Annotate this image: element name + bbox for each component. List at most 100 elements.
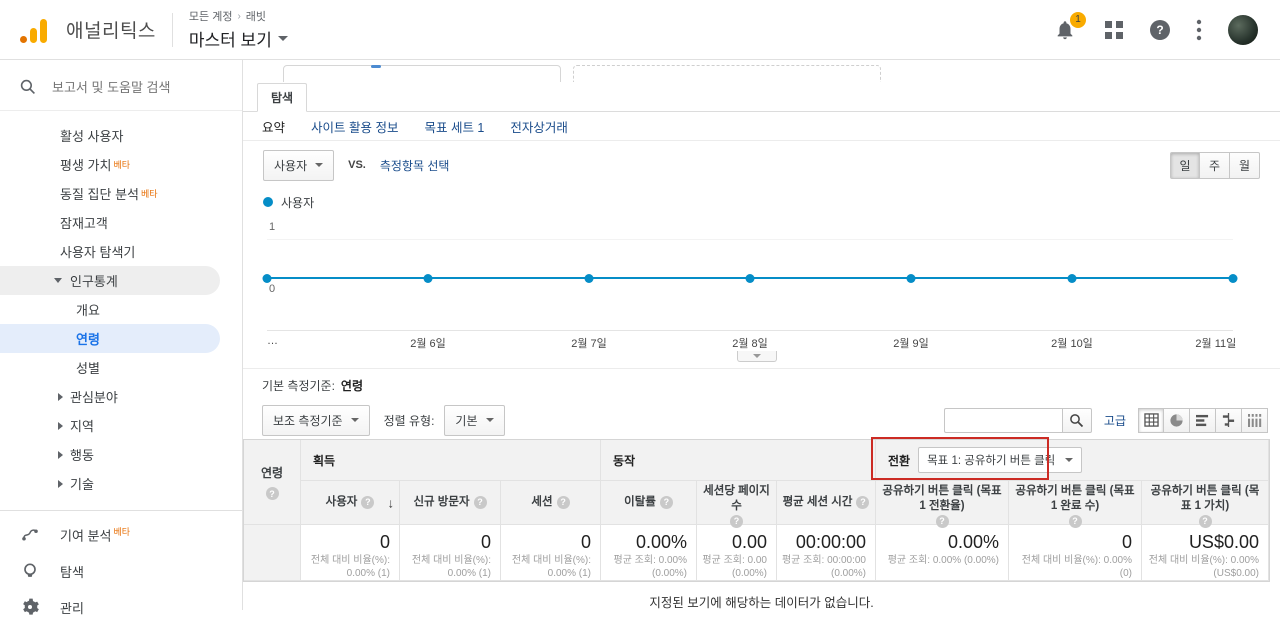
sidebar-item-age[interactable]: 연령: [0, 324, 220, 353]
kebab-menu-icon[interactable]: [1196, 19, 1202, 41]
sidebar-item-cohort-analysis[interactable]: 동질 집단 분석 베타: [0, 179, 242, 208]
sidebar-item-behavior[interactable]: 행동: [0, 440, 242, 469]
sidebar-item-user-explorer[interactable]: 사용자 탐색기: [0, 237, 242, 266]
sidebar-item-geo[interactable]: 지역: [0, 411, 242, 440]
granularity-month-button[interactable]: 월: [1230, 151, 1260, 179]
sidebar-item-admin[interactable]: 관리: [0, 589, 242, 625]
annotations-expander[interactable]: [737, 351, 777, 362]
sort-descending-icon: ↓: [387, 495, 395, 510]
table-search-input[interactable]: [943, 407, 1062, 433]
notifications-button[interactable]: 1: [1054, 11, 1086, 42]
data-point[interactable]: [423, 273, 433, 283]
advanced-filter-link[interactable]: 고급: [1104, 412, 1126, 429]
segment-all-users[interactable]: [283, 65, 561, 82]
primary-dimension-value[interactable]: 연령: [341, 377, 363, 394]
column-header-sessions[interactable]: 세션?: [501, 481, 601, 525]
pie-chart-icon: [1170, 413, 1183, 427]
subnav-site-usage[interactable]: 사이트 활용 정보: [311, 117, 398, 136]
totals-sessions: 0 전체 대비 비율(%): 0.00% (1): [501, 525, 601, 581]
sidebar-item-label: 잠재고객: [60, 216, 108, 231]
column-header-pages-per-session[interactable]: 세션당 페이지수?: [697, 481, 777, 528]
metric-dropdown-label: 사용자: [274, 158, 308, 173]
sidebar-item-discover[interactable]: 탐색: [0, 553, 242, 589]
subnav-goal-set-1[interactable]: 목표 세트 1: [424, 117, 484, 136]
data-point[interactable]: [745, 273, 755, 283]
sort-type-dropdown[interactable]: 기본: [444, 404, 505, 436]
view-performance-button[interactable]: [1190, 407, 1216, 433]
subnav-summary[interactable]: 요약: [262, 117, 285, 136]
x-axis-labels: … 2월 6일 2월 7일 2월 8일 2월 9일 2월 10일 2월 11일: [267, 333, 1236, 351]
group-header-acquisition: 획득: [301, 440, 601, 481]
data-point[interactable]: [906, 273, 916, 283]
help-icon[interactable]: ?: [1068, 515, 1082, 528]
sidebar-item-attribution[interactable]: 기여 분석 베타: [0, 517, 242, 553]
secondary-dimension-label: 보조 측정기준: [273, 413, 343, 428]
column-header-goal-value[interactable]: 공유하기 버튼 클릭 (목표 1 가치)?: [1142, 481, 1269, 528]
subnav-ecommerce[interactable]: 전자상거래: [510, 117, 568, 136]
sidebar-item-overview[interactable]: 개요: [0, 295, 242, 324]
help-icon[interactable]: ?: [730, 515, 743, 528]
column-header-age[interactable]: 연령 ?: [244, 440, 301, 525]
sidebar-item-audiences[interactable]: 잠재고객: [0, 208, 242, 237]
help-icon[interactable]: ?: [473, 496, 487, 509]
column-header-users[interactable]: 사용자? ↓: [301, 481, 400, 525]
group-header-behavior: 동작: [601, 440, 876, 481]
help-icon[interactable]: ?: [556, 496, 570, 509]
view-comparison-button[interactable]: [1216, 407, 1242, 433]
help-icon[interactable]: ?: [659, 496, 673, 509]
comparison-icon: [1222, 413, 1235, 427]
sidebar-item-active-users[interactable]: 활성 사용자: [0, 121, 242, 150]
view-pivot-button[interactable]: [1242, 407, 1268, 433]
data-point[interactable]: [262, 273, 272, 283]
view-selector[interactable]: 마스터 보기: [189, 26, 288, 51]
column-header-avg-session-duration[interactable]: 평균 세션 시간?: [777, 481, 876, 525]
goal-selector-dropdown[interactable]: 목표 1: 공유하기 버튼 클릭: [918, 447, 1083, 473]
data-point[interactable]: [1067, 273, 1077, 283]
help-icon[interactable]: ?: [361, 496, 375, 509]
sidebar-search-input[interactable]: [52, 79, 222, 95]
granularity-week-button[interactable]: 주: [1200, 151, 1230, 179]
select-metric-link[interactable]: 측정항목 선택: [380, 157, 450, 174]
secondary-dimension-button[interactable]: 보조 측정기준: [262, 404, 370, 436]
help-icon[interactable]: ?: [1198, 515, 1212, 528]
data-point[interactable]: [584, 273, 594, 283]
data-point[interactable]: [1228, 273, 1238, 283]
table-search-button[interactable]: [1061, 407, 1092, 433]
notification-badge: 1: [1070, 11, 1086, 28]
user-avatar[interactable]: [1228, 14, 1258, 45]
sidebar-search[interactable]: [0, 60, 242, 111]
tab-explorer[interactable]: 탐색: [257, 83, 308, 112]
view-percentage-button[interactable]: [1164, 407, 1190, 433]
breadcrumb-property[interactable]: 래빗: [246, 8, 266, 24]
empty-data-message: 지정된 보기에 해당하는 데이터가 없습니다.: [649, 596, 874, 610]
column-header-bounce-rate[interactable]: 이탈률?: [601, 481, 697, 525]
chart-legend: 사용자: [243, 189, 1280, 215]
breadcrumb-account[interactable]: 모든 계정: [189, 8, 233, 24]
column-header-new-users[interactable]: 신규 방문자?: [400, 481, 501, 525]
sidebar-item-lifetime-value[interactable]: 평생 가치 베타: [0, 150, 242, 179]
segment-add-slot[interactable]: [573, 65, 881, 82]
sidebar-item-label: 인구통계: [70, 274, 118, 289]
app-title: 애널리틱스: [66, 21, 156, 42]
sidebar-item-interests[interactable]: 관심분야: [0, 382, 242, 411]
chevron-down-icon: [277, 36, 288, 41]
granularity-day-button[interactable]: 일: [1170, 151, 1200, 179]
view-table-button[interactable]: [1138, 407, 1164, 433]
sidebar-item-technology[interactable]: 기술: [0, 469, 242, 498]
column-header-goal-completions[interactable]: 공유하기 버튼 클릭 (목표 1 완료 수)?: [1009, 481, 1142, 528]
gear-icon: [23, 598, 39, 615]
apps-grid-icon[interactable]: [1104, 20, 1124, 40]
sidebar-item-gender[interactable]: 성별: [0, 353, 242, 382]
chevron-down-icon: [350, 418, 359, 422]
help-icon[interactable]: ?: [265, 487, 279, 500]
column-header-goal-conversion-rate[interactable]: 공유하기 버튼 클릭 (목표 1 전환율)?: [876, 481, 1009, 528]
metric-dropdown[interactable]: 사용자: [263, 149, 335, 181]
help-icon[interactable]: ?: [1150, 19, 1170, 40]
help-icon[interactable]: ?: [935, 515, 949, 528]
sidebar-footer: 기여 분석 베타 탐색 관리: [0, 510, 242, 625]
sidebar-item-demographics[interactable]: 인구통계: [0, 266, 220, 295]
x-axis-line: [267, 330, 1233, 331]
report-tabrow: 탐색: [243, 82, 1280, 112]
help-icon[interactable]: ?: [856, 496, 870, 509]
sidebar-item-label: 활성 사용자: [60, 129, 124, 144]
